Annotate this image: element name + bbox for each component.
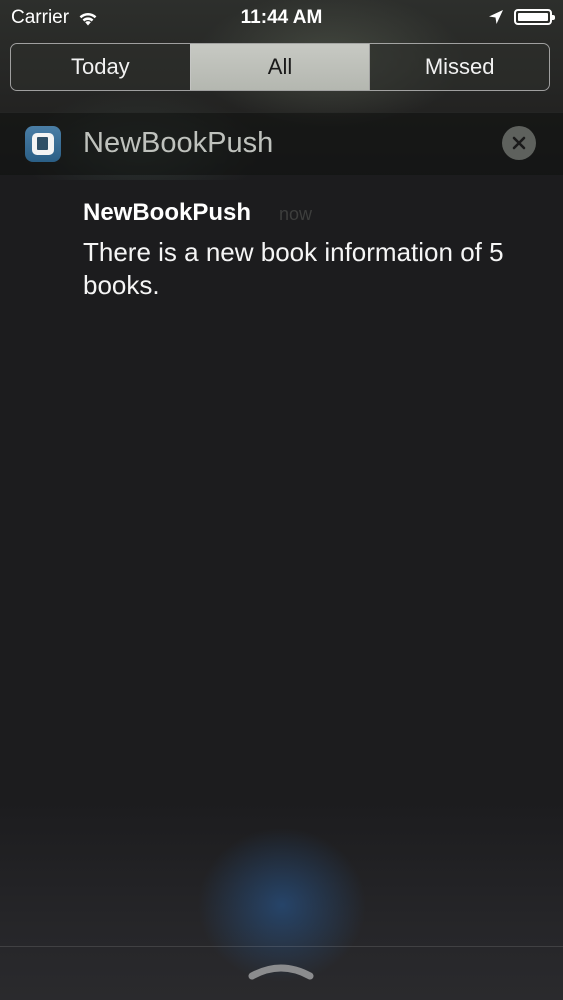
notification-filter-segmented-control: Today All Missed <box>10 43 550 91</box>
notification-item[interactable]: NewBookPush now <box>83 199 312 227</box>
battery-level-fill <box>518 13 548 21</box>
close-icon <box>512 136 526 150</box>
segment-missed[interactable]: Missed <box>369 44 549 90</box>
notification-time: now <box>279 204 313 224</box>
segment-today[interactable]: Today <box>11 44 190 90</box>
notification-center: Carrier 11:44 AM Today All Missed NewBoo… <box>0 0 563 1000</box>
battery-icon <box>514 9 555 25</box>
bottom-divider <box>0 946 563 947</box>
notification-title: NewBookPush <box>83 199 252 226</box>
app-group-header: NewBookPush <box>0 112 563 175</box>
app-group-name: NewBookPush <box>83 127 274 159</box>
segment-all[interactable]: All <box>189 44 370 90</box>
status-right-group <box>488 9 555 25</box>
status-bar: Carrier 11:44 AM <box>0 0 563 36</box>
grabber-handle-icon[interactable] <box>248 958 314 982</box>
notification-body: There is a new book information of 5 boo… <box>83 237 504 300</box>
location-arrow-icon <box>489 10 503 24</box>
status-time: 11:44 AM <box>240 7 323 28</box>
clear-notifications-button[interactable] <box>502 126 536 160</box>
book-app-icon <box>25 126 61 162</box>
